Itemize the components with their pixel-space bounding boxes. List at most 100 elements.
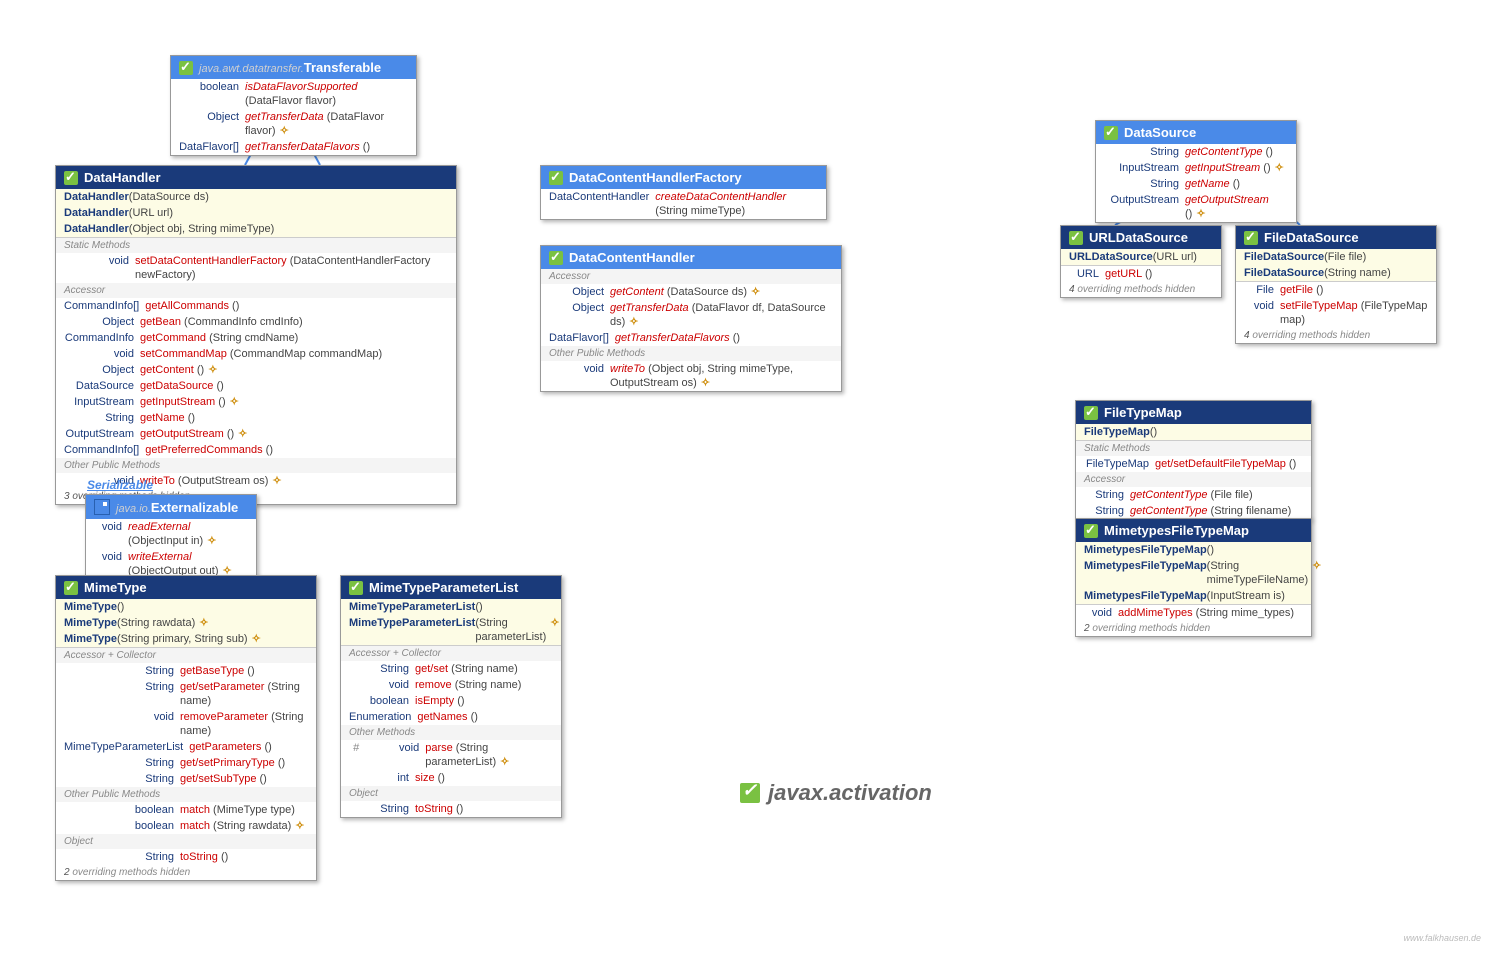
method-row: CommandInfo[]getAllCommands () bbox=[56, 298, 456, 314]
check-icon bbox=[349, 581, 363, 595]
method-row: URLgetURL () bbox=[1061, 266, 1221, 282]
method-row: StringgetContentType (String filename) bbox=[1076, 503, 1311, 519]
class-datahandler: DataHandler DataHandler (DataSource ds) D… bbox=[55, 165, 457, 505]
method-row: #voidparse (String parameterList)✧ bbox=[341, 740, 561, 770]
check-icon bbox=[1084, 524, 1098, 538]
method-row: voidsetFileTypeMap (FileTypeMap map) bbox=[1236, 298, 1436, 328]
method-row: voidsetDataContentHandlerFactory (DataCo… bbox=[56, 253, 456, 283]
method-row: StringtoString () bbox=[341, 801, 561, 817]
title: DataHandler bbox=[84, 170, 161, 185]
ctor-row: URLDataSource (URL url) bbox=[1061, 249, 1221, 265]
ctor-row: FileDataSource (String name) bbox=[1236, 265, 1436, 281]
lbl: Static Methods bbox=[1076, 441, 1311, 456]
title: MimeType bbox=[84, 580, 147, 595]
rows: booleanisDataFlavorSupported (DataFlavor… bbox=[171, 79, 416, 155]
title: DataContentHandlerFactory bbox=[569, 170, 742, 185]
title: DataContentHandler bbox=[569, 250, 695, 265]
lbl-acc: Accessor bbox=[56, 283, 456, 298]
header: DataContentHandler bbox=[541, 246, 841, 269]
hidden: 2 overriding methods hidden bbox=[1076, 621, 1311, 636]
ctor-row: FileDataSource (File file) bbox=[1236, 249, 1436, 265]
ctor-row: MimeType (String rawdata)✧ bbox=[56, 615, 316, 631]
class-mimetype: MimeType MimeType ()MimeType (String raw… bbox=[55, 575, 317, 881]
method-row: ObjectgetTransferData (DataFlavor flavor… bbox=[171, 109, 416, 139]
lbl-other: Other Public Methods bbox=[56, 458, 456, 473]
header: MimetypesFileTypeMap bbox=[1076, 519, 1311, 542]
method-row: booleanisDataFlavorSupported (DataFlavor… bbox=[171, 79, 416, 109]
method-row: DataFlavor[]getTransferDataFlavors () bbox=[171, 139, 416, 155]
lbl: Accessor + Collector bbox=[341, 646, 561, 661]
class-mtpl: MimeTypeParameterList MimeTypeParameterL… bbox=[340, 575, 562, 818]
check-icon bbox=[740, 783, 760, 803]
pkg: java.io. bbox=[116, 503, 151, 515]
hidden: 4 overriding methods hidden bbox=[1061, 282, 1221, 297]
method-row: ObjectgetContent (DataSource ds)✧ bbox=[541, 284, 841, 300]
lbl: Other Public Methods bbox=[56, 787, 316, 802]
class-dchf: DataContentHandlerFactory DataContentHan… bbox=[540, 165, 827, 220]
class-ftm: FileTypeMap FileTypeMap () Static Method… bbox=[1075, 400, 1312, 520]
method-row: Stringget/setPrimaryType () bbox=[56, 755, 316, 771]
method-row: StringgetName () bbox=[56, 410, 456, 426]
lbl-other: Other Public Methods bbox=[541, 346, 841, 361]
method-row: StringtoString () bbox=[56, 849, 316, 865]
class-dch: DataContentHandler AccessorObjectgetCont… bbox=[540, 245, 842, 392]
method-row: CommandInfogetCommand (String cmdName) bbox=[56, 330, 456, 346]
method-row: voidreadExternal (ObjectInput in)✧ bbox=[86, 519, 256, 549]
method-row: DataFlavor[]getTransferDataFlavors () bbox=[541, 330, 841, 346]
check-icon bbox=[64, 581, 78, 595]
ctor-row: MimeType (String primary, String sub)✧ bbox=[56, 631, 316, 647]
title: FileDataSource bbox=[1264, 230, 1359, 245]
header: FileTypeMap bbox=[1076, 401, 1311, 424]
title: FileTypeMap bbox=[1104, 405, 1182, 420]
lbl: Accessor bbox=[1076, 472, 1311, 487]
method-row: EnumerationgetNames () bbox=[341, 709, 561, 725]
ctor-row: FileTypeMap () bbox=[1076, 424, 1311, 440]
method-row: OutputStreamgetOutputStream ()✧ bbox=[1096, 192, 1296, 222]
ctor-row: MimetypesFileTypeMap () bbox=[1076, 542, 1311, 558]
lbl-acc: Accessor bbox=[541, 269, 841, 284]
hidden: 2 overriding methods hidden bbox=[56, 865, 316, 880]
method-row: InputStreamgetInputStream ()✧ bbox=[1096, 160, 1296, 176]
class-fileds: FileDataSource FileDataSource (File file… bbox=[1235, 225, 1437, 344]
header: java.io.Externalizable bbox=[86, 495, 256, 519]
class-datasource: DataSource StringgetContentType ()InputS… bbox=[1095, 120, 1297, 223]
ctor-row: MimeTypeParameterList () bbox=[341, 599, 561, 615]
title: DataSource bbox=[1124, 125, 1196, 140]
hidden: 4 overriding methods hidden bbox=[1236, 328, 1436, 343]
title: Transferable bbox=[304, 60, 381, 75]
title: MimetypesFileTypeMap bbox=[1104, 523, 1249, 538]
method-row: voidwriteTo (Object obj, String mimeType… bbox=[541, 361, 841, 391]
header: MimeTypeParameterList bbox=[341, 576, 561, 599]
title: URLDataSource bbox=[1089, 230, 1188, 245]
method-row: ObjectgetContent ()✧ bbox=[56, 362, 456, 378]
method-row: StringgetContentType (File file) bbox=[1076, 487, 1311, 503]
serializable-link[interactable]: Serializable bbox=[87, 478, 153, 492]
class-transferable: java.awt.datatransfer.Transferable boole… bbox=[170, 55, 417, 156]
method-row: Stringget/setSubType () bbox=[56, 771, 316, 787]
method-row: ObjectgetTransferData (DataFlavor df, Da… bbox=[541, 300, 841, 330]
method-row: booleanmatch (String rawdata)✧ bbox=[56, 818, 316, 834]
header: java.awt.datatransfer.Transferable bbox=[171, 56, 416, 79]
method-row: ObjectgetBean (CommandInfo cmdInfo) bbox=[56, 314, 456, 330]
method-row: voidaddMimeTypes (String mime_types) bbox=[1076, 605, 1311, 621]
lbl-static: Static Methods bbox=[56, 238, 456, 253]
ctor-row: MimeTypeParameterList (String parameterL… bbox=[341, 615, 561, 645]
check-icon bbox=[549, 171, 563, 185]
method-row: voidsetCommandMap (CommandMap commandMap… bbox=[56, 346, 456, 362]
ctor-row: DataHandler (Object obj, String mimeType… bbox=[56, 221, 456, 237]
title: Externalizable bbox=[151, 500, 238, 515]
method-row: OutputStreamgetOutputStream ()✧ bbox=[56, 426, 456, 442]
title: MimeTypeParameterList bbox=[369, 580, 518, 595]
lbl: Object bbox=[56, 834, 316, 849]
attribution: www.falkhausen.de bbox=[1403, 933, 1481, 943]
method-row: StringgetName () bbox=[1096, 176, 1296, 192]
ctor-row: DataHandler (DataSource ds) bbox=[56, 189, 456, 205]
header: DataSource bbox=[1096, 121, 1296, 144]
method-row: intsize () bbox=[341, 770, 561, 786]
check-icon bbox=[179, 61, 193, 75]
header: MimeType bbox=[56, 576, 316, 599]
check-icon bbox=[1084, 406, 1098, 420]
lbl: Object bbox=[341, 786, 561, 801]
lbl: Accessor + Collector bbox=[56, 648, 316, 663]
ctor-row: MimeType () bbox=[56, 599, 316, 615]
